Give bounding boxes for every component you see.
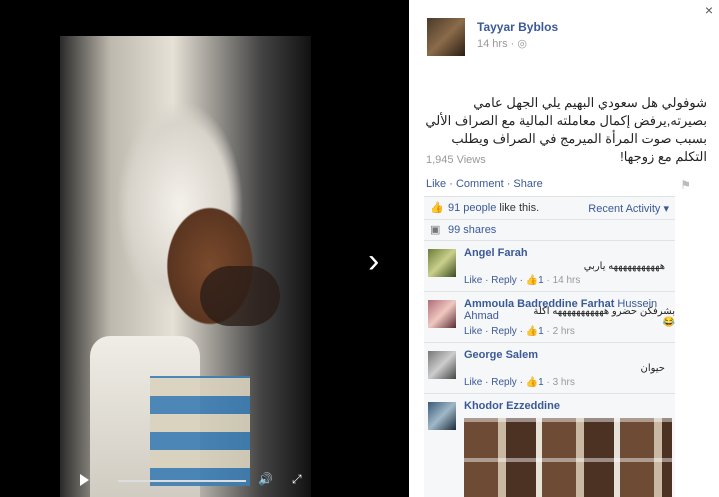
commenter-avatar[interactable] (428, 249, 456, 277)
comment-time[interactable]: · 14 hrs (544, 275, 580, 286)
thumbs-up-icon: 👍 (525, 377, 539, 388)
commenter-avatar[interactable] (428, 402, 456, 430)
commenter-name[interactable]: George Salem (464, 349, 538, 361)
comment-item: Angel Farah هههههههههههه ياربي Like · Re… (424, 241, 675, 292)
commenter-name[interactable]: Angel Farah (464, 247, 528, 259)
comment-meta: Like · Reply · 👍1 · 2 hrs (464, 326, 575, 337)
thumbs-up-icon: 👍 (525, 275, 539, 286)
like-icon: 👍 (430, 202, 444, 214)
post-actions[interactable]: Like · Comment · Share (426, 178, 543, 190)
view-count: 1,945 Views (426, 154, 486, 166)
comment-item: George Salem حيوان Like · Reply · 👍1 · 3… (424, 343, 675, 394)
progress-bar[interactable] (118, 480, 246, 482)
comment-time[interactable]: · 2 hrs (544, 326, 574, 337)
comment-meta: Like · Reply · 👍1 · 14 hrs (464, 275, 580, 286)
author-name[interactable]: Tayyar Byblos (477, 20, 558, 34)
comment-text: هههههههههههه ياربي (583, 261, 665, 272)
shares-count[interactable]: 99 shares (448, 224, 496, 236)
comment-meta: Like · Reply · 👍1 · 3 hrs (464, 377, 575, 388)
comment-text: بشرفكن حضرو هههههههههههه اكلة 😂 (533, 306, 675, 328)
comment-item: Khodor Ezzeddine (424, 394, 675, 497)
close-icon[interactable]: × (705, 2, 713, 18)
fullscreen-icon[interactable]: ⤢ (292, 472, 302, 487)
comment-like-reply[interactable]: Like · Reply · (464, 377, 526, 388)
video-controls: 🔊 ⤢ (60, 470, 311, 492)
post-time[interactable]: 14 hrs · ◎ (477, 37, 527, 50)
engagement-box: 👍 91 people like this. Recent Activity ▾… (424, 196, 675, 497)
comment-text: حيوان (640, 363, 666, 374)
thumbs-up-icon: 👍 (525, 326, 539, 337)
flag-icon[interactable]: ⚑ (680, 178, 691, 192)
video-frame-detail (200, 266, 280, 326)
likes-count[interactable]: 91 people (448, 202, 496, 214)
recent-activity-dropdown[interactable]: Recent Activity ▾ (588, 202, 669, 215)
comment-item: Ammoula Badreddine Farhat Hussein Ahmad … (424, 292, 675, 343)
commenter-name[interactable]: Khodor Ezzeddine (464, 400, 560, 412)
volume-icon[interactable]: 🔊 (258, 472, 273, 486)
likes-row: 👍 91 people like this. Recent Activity ▾ (424, 197, 675, 220)
comment-time[interactable]: · 3 hrs (544, 377, 574, 388)
post-time-text[interactable]: 14 hrs (477, 38, 508, 50)
photo-detail (464, 418, 672, 497)
globe-icon: ◎ (517, 38, 527, 50)
likes-suffix: like this. (496, 202, 540, 214)
author-avatar[interactable] (427, 18, 465, 56)
media-viewer: 🔊 ⤢ › (0, 0, 409, 497)
shares-row: ▣ 99 shares (424, 220, 675, 241)
next-arrow-icon[interactable]: › (368, 244, 379, 278)
commenter-avatar[interactable] (428, 351, 456, 379)
play-icon[interactable] (80, 474, 89, 486)
video-player[interactable] (60, 36, 311, 497)
share-icon: ▣ (430, 224, 441, 236)
comment-photo[interactable] (464, 418, 672, 497)
commenter-avatar[interactable] (428, 300, 456, 328)
likes-summary[interactable]: 91 people like this. (448, 202, 539, 214)
comment-like-reply[interactable]: Like · Reply · (464, 326, 526, 337)
comment-like-reply[interactable]: Like · Reply · (464, 275, 526, 286)
post-panel: × Tayyar Byblos 14 hrs · ◎ شوفولي هل سعو… (409, 0, 719, 497)
